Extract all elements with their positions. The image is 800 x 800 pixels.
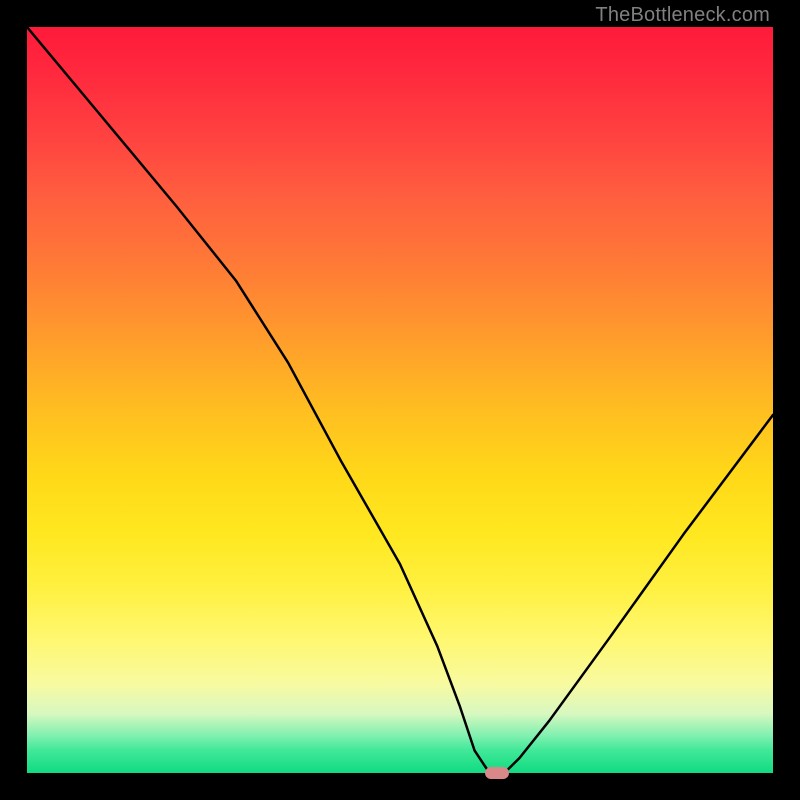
bottleneck-marker [485,767,509,779]
watermark-text: TheBottleneck.com [595,4,770,27]
curve-svg [27,27,773,773]
chart-container: TheBottleneck.com [0,0,800,800]
plot-area [27,27,773,773]
bottleneck-curve-line [27,27,773,773]
